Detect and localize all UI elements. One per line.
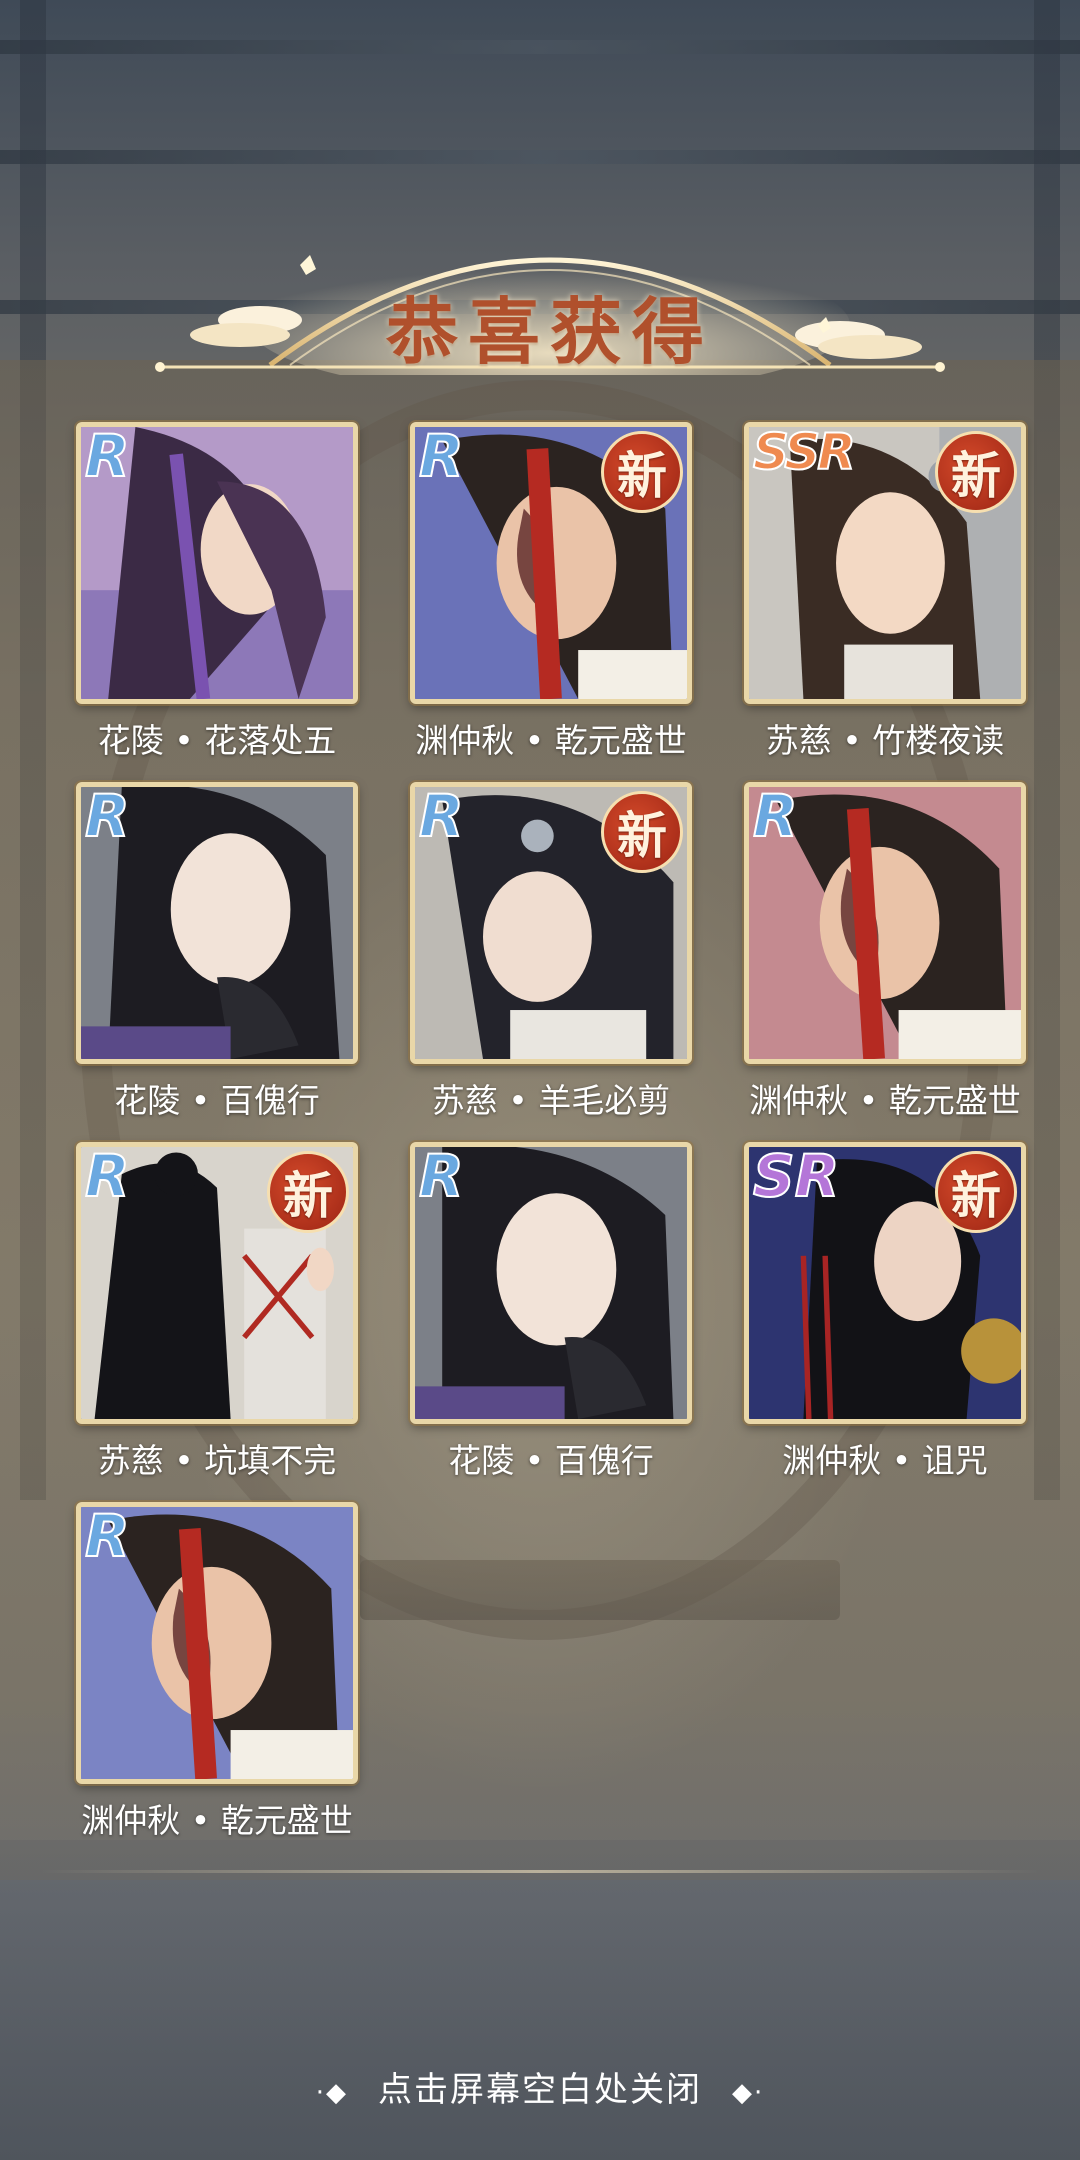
card-frame: R (76, 422, 358, 704)
reward-card[interactable]: R 新 渊仲秋 • 乾元盛世 (410, 422, 692, 762)
panel-divider (40, 1870, 1040, 1873)
card-name: 渊仲秋 • 乾元盛世 (749, 1081, 1021, 1120)
background-floor (0, 1840, 1080, 2160)
card-name: 渊仲秋 • 乾元盛世 (415, 721, 687, 760)
card-name: 渊仲秋 • 诅咒 (782, 1441, 988, 1480)
rarity-badge: SR (752, 1142, 840, 1210)
card-frame: R (410, 1142, 692, 1424)
rarity-badge: SSR (752, 423, 857, 481)
title-banner: 恭喜获得 (150, 215, 950, 375)
card-frame: R 新 (410, 782, 692, 1064)
card-name: 花陵 • 百傀行 (448, 1441, 654, 1480)
rarity-badge: R (418, 422, 465, 490)
card-name: 渊仲秋 • 乾元盛世 (81, 1801, 353, 1840)
card-name: 苏慈 • 坑填不完 (97, 1441, 337, 1480)
reward-card[interactable]: R 新 苏慈 • 羊毛必剪 (410, 782, 692, 1122)
rarity-badge: R (84, 1142, 131, 1210)
close-hint[interactable]: ·◆ 点击屏幕空白处关闭 ◆· (0, 2062, 1080, 2111)
reward-card[interactable]: SSR 新 苏慈 • 竹楼夜读 (744, 422, 1026, 762)
dialog-title: 恭喜获得 (385, 289, 714, 374)
reward-card[interactable]: R 花陵 • 百傀行 (410, 1142, 692, 1482)
background-beam (0, 40, 1080, 54)
rarity-badge: R (84, 1502, 131, 1570)
close-hint-text: 点击屏幕空白处关闭 (378, 2070, 702, 2110)
new-badge: 新 (935, 1151, 1017, 1233)
rarity-badge: R (418, 782, 465, 850)
card-frame: SR 新 (744, 1142, 1026, 1424)
new-badge: 新 (267, 1151, 349, 1233)
rarity-badge: R (84, 782, 131, 850)
rarity-badge: R (84, 422, 131, 490)
new-badge: 新 (935, 431, 1017, 513)
card-name: 苏慈 • 羊毛必剪 (431, 1081, 671, 1120)
reward-card[interactable]: R 新 苏慈 • 坑填不完 (76, 1142, 358, 1482)
rarity-badge: R (418, 1142, 465, 1210)
rarity-badge: R (752, 782, 799, 850)
diamond-ornament-icon: ◆· (732, 2078, 765, 2108)
new-badge: 新 (601, 431, 683, 513)
diamond-ornament-icon: ·◆ (315, 2078, 348, 2108)
card-frame: R 新 (410, 422, 692, 704)
background-beam (0, 150, 1080, 164)
card-name: 苏慈 • 竹楼夜读 (765, 721, 1005, 760)
reward-card[interactable]: SR 新 渊仲秋 • 诅咒 (744, 1142, 1026, 1482)
reward-card[interactable]: R 渊仲秋 • 乾元盛世 (744, 782, 1026, 1122)
reward-card[interactable]: R 花陵 • 花落处五 (76, 422, 358, 762)
reward-card[interactable]: R 渊仲秋 • 乾元盛世 (76, 1502, 358, 1842)
card-name: 花陵 • 花落处五 (97, 721, 337, 760)
card-frame: R (744, 782, 1026, 1064)
reward-card[interactable]: R 花陵 • 百傀行 (76, 782, 358, 1122)
card-frame: R (76, 782, 358, 1064)
new-badge: 新 (601, 791, 683, 873)
card-frame: R (76, 1502, 358, 1784)
card-frame: R 新 (76, 1142, 358, 1424)
card-frame: SSR 新 (744, 422, 1026, 704)
card-name: 花陵 • 百傀行 (114, 1081, 320, 1120)
